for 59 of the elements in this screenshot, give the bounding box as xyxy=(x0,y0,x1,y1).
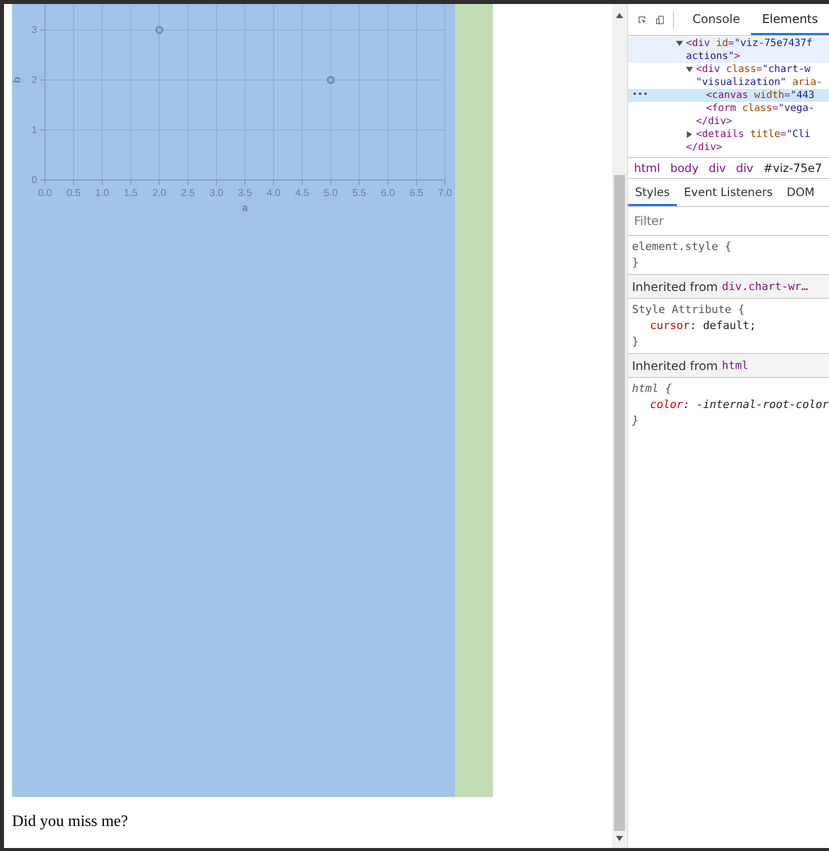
css-brace: } xyxy=(632,413,640,429)
element-code[interactable]: <canvas width="443 xyxy=(706,89,814,102)
css-selector: Style Attribute { xyxy=(632,302,746,318)
breadcrumb[interactable]: div xyxy=(736,161,754,175)
expanded-arrow-icon[interactable] xyxy=(676,40,683,47)
styles-tab[interactable]: Event Listeners xyxy=(676,179,780,206)
element-code[interactable]: </div> xyxy=(686,141,722,154)
tick-label: 0 xyxy=(31,175,37,186)
element-code[interactable]: <details title="Cli xyxy=(696,128,810,141)
scroll-down-icon[interactable] xyxy=(616,835,623,842)
tick-label: 1 xyxy=(31,125,37,136)
inherited-selector[interactable]: div.chart-wr… xyxy=(722,280,808,293)
breadcrumb[interactable]: #viz-75e7 xyxy=(763,161,822,175)
data-point xyxy=(326,76,335,84)
inherited-selector[interactable]: html xyxy=(722,359,748,372)
scrollbar-thumb[interactable] xyxy=(614,175,625,831)
inherited-label: Inherited from xyxy=(632,358,718,372)
tick-label: 6.0 xyxy=(380,188,395,199)
scroll-up-icon[interactable] xyxy=(616,12,623,19)
axis-title: a xyxy=(242,203,248,214)
tick-label: 4.0 xyxy=(266,188,281,199)
element-code[interactable]: <form class="vega- xyxy=(706,102,814,115)
tick-label: 5.5 xyxy=(352,188,366,199)
css-property: cursor: default; xyxy=(649,318,757,334)
tick-label: 2.0 xyxy=(152,188,166,199)
paragraph: Did you miss me? xyxy=(12,813,129,831)
devtools-tab[interactable]: Elements xyxy=(751,4,829,35)
tick-label: 3 xyxy=(31,25,37,36)
data-point xyxy=(155,26,164,34)
axis-title: b xyxy=(12,76,23,84)
tick-label: 2 xyxy=(31,75,37,86)
element-code[interactable]: "visualization" aria- xyxy=(696,76,822,89)
element-code[interactable]: <div class="chart-w xyxy=(696,63,810,76)
element-code[interactable]: </div> xyxy=(696,115,732,128)
tick-label: 0.5 xyxy=(66,188,81,199)
css-brace: } xyxy=(632,334,640,350)
selected-marker: ••• xyxy=(632,90,648,100)
inherited-label: Inherited from xyxy=(632,280,718,294)
tick-label: 4.5 xyxy=(295,188,310,199)
tick-label: 3.5 xyxy=(238,188,252,199)
tick-label: 6.5 xyxy=(409,188,424,199)
breadcrumb[interactable]: html xyxy=(634,161,660,175)
tick-label: 1.0 xyxy=(95,188,110,199)
styles-tab[interactable]: DOM xyxy=(780,179,822,206)
css-selector: element.style { xyxy=(632,239,732,255)
expanded-arrow-icon[interactable] xyxy=(686,66,693,73)
css-brace: } xyxy=(632,255,640,271)
breadcrumb[interactable]: div xyxy=(708,161,726,175)
tick-label: 2.5 xyxy=(180,188,195,199)
tick-label: 5.0 xyxy=(324,188,338,199)
tick-label: 3.0 xyxy=(209,188,224,199)
devtools-tab[interactable]: Console xyxy=(681,4,752,35)
tick-label: 0.0 xyxy=(38,188,52,199)
tick-label: 1.5 xyxy=(124,188,138,199)
tick-label: 7.0 xyxy=(438,188,452,199)
css-selector: html { xyxy=(632,381,673,397)
breadcrumb[interactable]: body xyxy=(670,161,699,175)
collapsed-arrow-icon[interactable] xyxy=(686,131,693,138)
styles-tab[interactable]: Styles xyxy=(628,179,677,206)
